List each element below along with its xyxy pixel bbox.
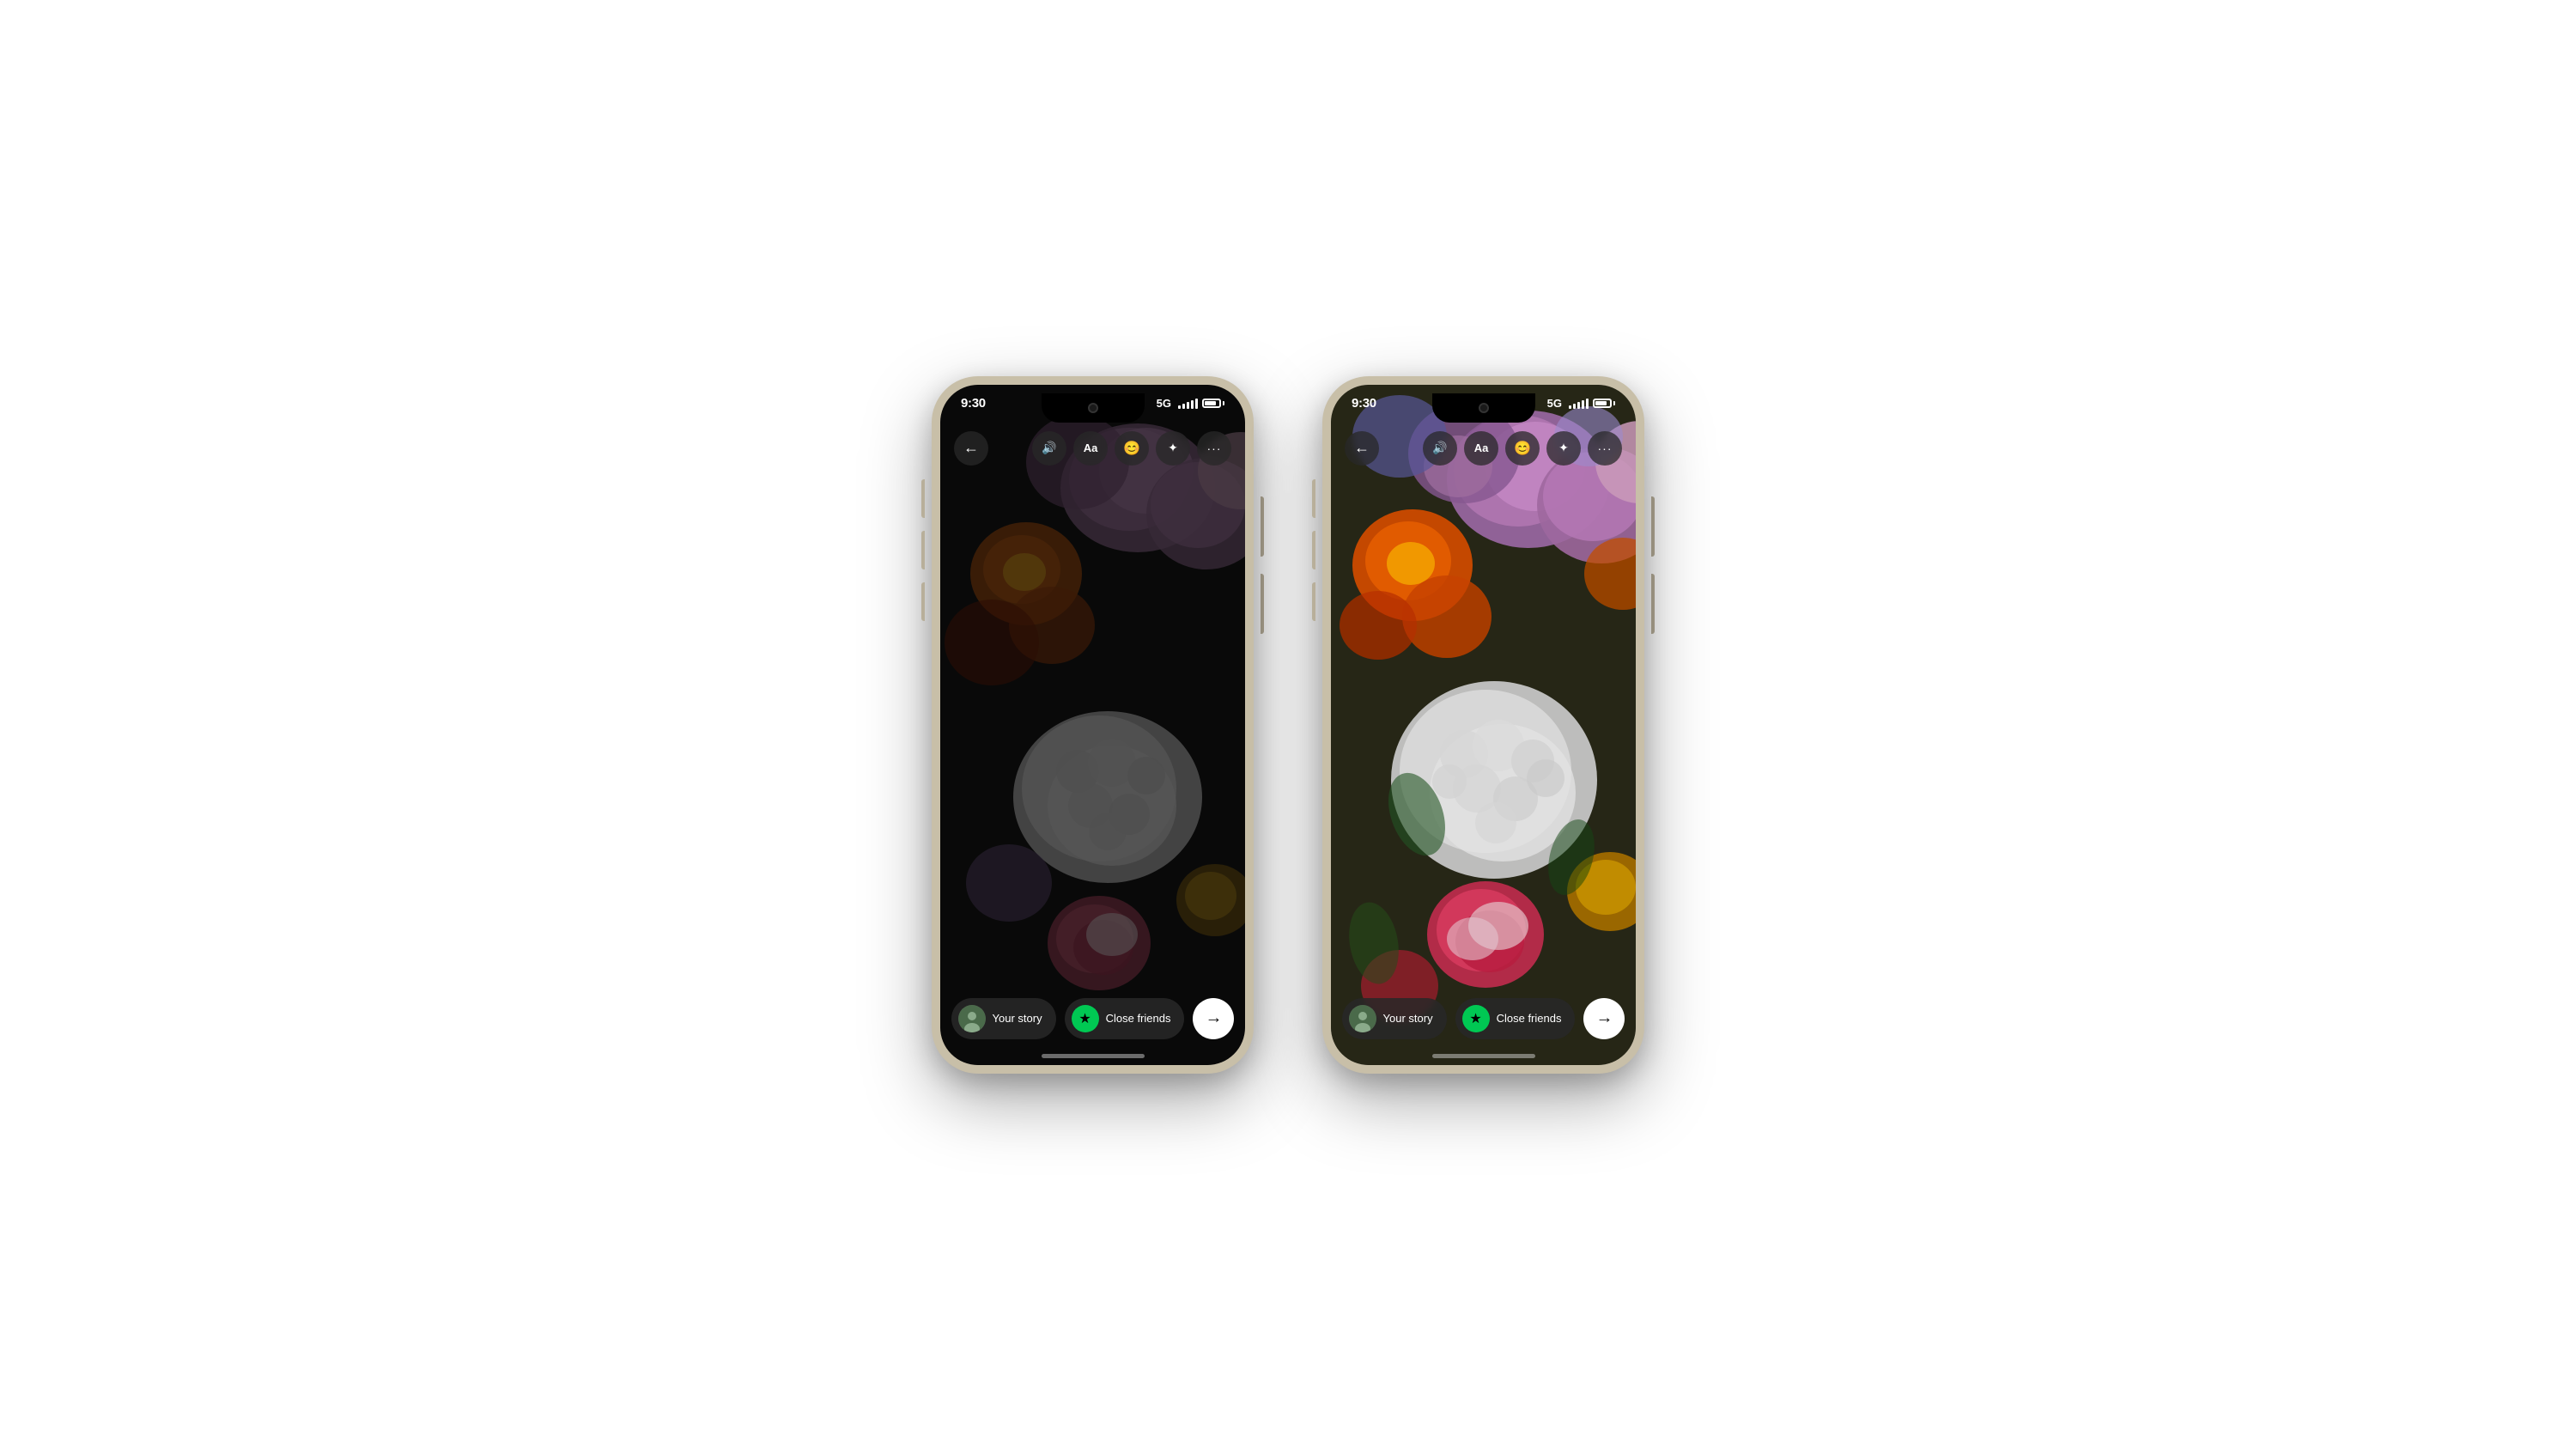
send-button-bright[interactable]: →: [1583, 998, 1625, 1039]
your-story-button-bright[interactable]: Your story: [1342, 998, 1447, 1039]
back-icon-bright: ←: [1354, 439, 1370, 457]
sticker-icon-bright: 😊: [1514, 440, 1531, 457]
back-button-dark[interactable]: ←: [954, 431, 988, 466]
status-time-dark: 9:30: [961, 396, 986, 411]
phone-dark: 9:30 5G: [932, 376, 1254, 1074]
star-symbol-bright: ★: [1469, 1010, 1481, 1027]
story-avatar-bright: [1349, 1005, 1376, 1032]
signal-bar-4: [1191, 400, 1194, 409]
phone-frame-bright: 9:30 5G: [1322, 376, 1644, 1074]
sticker-icon-dark: 😊: [1123, 440, 1140, 457]
toolbar-bright: ← 🔊 Aa 😊 ✦ ···: [1331, 423, 1636, 474]
more-icon-dark: ···: [1207, 441, 1222, 455]
text-button-bright[interactable]: Aa: [1464, 431, 1498, 466]
close-friends-button-bright[interactable]: ★ Close friends: [1455, 998, 1576, 1039]
back-button-bright[interactable]: ←: [1345, 431, 1379, 466]
battery-fill-dark: [1205, 401, 1216, 405]
send-button-dark[interactable]: →: [1193, 998, 1234, 1039]
signal-bar-1: [1178, 405, 1181, 409]
green-star-icon-bright: ★: [1462, 1005, 1490, 1032]
green-star-icon-dark: ★: [1072, 1005, 1099, 1032]
sparkle-button-dark[interactable]: ✦: [1156, 431, 1190, 466]
phone-screen-dark: 9:30 5G: [940, 385, 1245, 1065]
phone-bright: 9:30 5G: [1322, 376, 1644, 1074]
bottom-bar-bright: Your story ★ Close friends →: [1331, 998, 1636, 1039]
battery-fill-bright: [1595, 401, 1607, 405]
camera-dot-bright: [1479, 403, 1489, 413]
signal-bar-b3: [1577, 402, 1580, 409]
back-icon-dark: ←: [963, 439, 979, 457]
arrow-icon-bright: →: [1595, 1008, 1613, 1028]
status-5g-bright: 5G: [1547, 397, 1562, 410]
your-story-button-dark[interactable]: Your story: [951, 998, 1056, 1039]
battery-body-dark: [1202, 399, 1221, 408]
text-button-dark[interactable]: Aa: [1073, 431, 1108, 466]
status-5g-dark: 5G: [1157, 397, 1171, 410]
signal-bar-2: [1182, 404, 1185, 409]
sticker-button-bright[interactable]: 😊: [1505, 431, 1540, 466]
star-symbol-dark: ★: [1078, 1010, 1091, 1027]
text-icon-bright: Aa: [1474, 441, 1489, 454]
signal-bar-b4: [1582, 400, 1584, 409]
sparkle-button-bright[interactable]: ✦: [1546, 431, 1581, 466]
toolbar-right-dark: 🔊 Aa 😊 ✦ ···: [1032, 431, 1231, 466]
sticker-button-dark[interactable]: 😊: [1115, 431, 1149, 466]
phone-frame-dark: 9:30 5G: [932, 376, 1254, 1074]
sound-button-dark[interactable]: 🔊: [1032, 431, 1066, 466]
close-friends-button-dark[interactable]: ★ Close friends: [1065, 998, 1185, 1039]
battery-body-bright: [1593, 399, 1612, 408]
camera-dot-dark: [1088, 403, 1098, 413]
battery-icon-dark: [1202, 399, 1224, 408]
signal-bar-5: [1195, 399, 1198, 409]
battery-icon-bright: [1593, 399, 1615, 408]
signal-bar-b2: [1573, 404, 1576, 409]
home-indicator-dark: [1042, 1054, 1145, 1058]
battery-tip-bright: [1613, 401, 1615, 405]
sparkle-icon-bright: ✦: [1558, 441, 1569, 455]
status-icons-dark: 5G: [1157, 397, 1224, 410]
signal-bars-bright: [1569, 399, 1589, 409]
sound-icon-dark: 🔊: [1042, 441, 1056, 455]
more-button-bright[interactable]: ···: [1588, 431, 1622, 466]
your-story-label-dark: Your story: [993, 1012, 1042, 1025]
flower-background-bright: [1331, 385, 1636, 1065]
toolbar-right-bright: 🔊 Aa 😊 ✦ ···: [1423, 431, 1622, 466]
close-friends-label-dark: Close friends: [1106, 1012, 1171, 1025]
arrow-icon-dark: →: [1205, 1008, 1222, 1028]
story-avatar-dark: [958, 1005, 986, 1032]
home-indicator-bright: [1432, 1054, 1535, 1058]
more-button-dark[interactable]: ···: [1197, 431, 1231, 466]
status-icons-bright: 5G: [1547, 397, 1615, 410]
battery-tip-dark: [1223, 401, 1224, 405]
bottom-bar-dark: Your story ★ Close friends →: [940, 998, 1245, 1039]
signal-bar-3: [1187, 402, 1189, 409]
signal-bar-b5: [1586, 399, 1589, 409]
close-friends-label-bright: Close friends: [1497, 1012, 1562, 1025]
signal-bar-b1: [1569, 405, 1571, 409]
text-icon-dark: Aa: [1084, 441, 1098, 454]
camera-notch-bright: [1432, 393, 1535, 423]
toolbar-dark: ← 🔊 Aa 😊 ✦ ···: [940, 423, 1245, 474]
sound-icon-bright: 🔊: [1432, 441, 1447, 455]
phone-screen-bright: 9:30 5G: [1331, 385, 1636, 1065]
more-icon-bright: ···: [1598, 441, 1613, 455]
status-time-bright: 9:30: [1352, 396, 1376, 411]
camera-notch-dark: [1042, 393, 1145, 423]
sound-button-bright[interactable]: 🔊: [1423, 431, 1457, 466]
signal-bars-dark: [1178, 399, 1198, 409]
your-story-label-bright: Your story: [1383, 1012, 1433, 1025]
flower-background-dark: [940, 385, 1245, 1065]
sparkle-icon-dark: ✦: [1168, 441, 1178, 455]
